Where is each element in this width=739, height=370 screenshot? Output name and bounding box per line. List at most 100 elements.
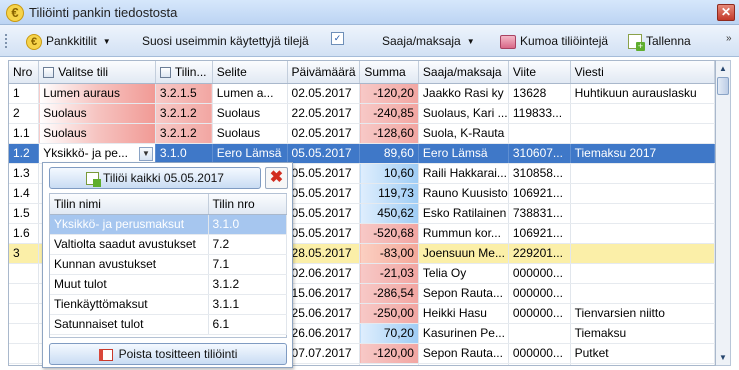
cell-reference <box>508 123 571 144</box>
euro-app-icon: € <box>6 4 24 22</box>
cell-amount: -120,00 <box>359 343 419 364</box>
remove-assignment-button[interactable]: Poista tositteen tiliöinti <box>49 343 287 365</box>
cell-date: 05.05.2017 <box>287 163 361 184</box>
account-option[interactable]: Satunnaiset tulot 6.1 <box>50 314 287 335</box>
account-option-number: 7.2 <box>208 234 287 255</box>
cell-reference <box>508 363 571 365</box>
toolbar-grip[interactable] <box>5 34 8 48</box>
cell-message: Putket <box>570 343 715 364</box>
cell-description[interactable]: Suolaus <box>212 123 288 144</box>
cell-date: 07.07.2017 <box>287 343 361 364</box>
dropdown-arrow-icon: ▼ <box>466 36 475 46</box>
account-option[interactable]: Kunnan avustukset 7.1 <box>50 254 287 275</box>
cell-payee: Suolaus, Kari ... <box>418 103 509 124</box>
col-header-amount[interactable]: Summa <box>359 61 419 84</box>
cell-message <box>570 283 715 304</box>
undo-button[interactable]: Kumoa tiliöintejä <box>500 32 608 50</box>
table-row[interactable]: 2 Suolaus 3.2.1.2 Suolaus 22.05.2017 -24… <box>9 103 715 124</box>
cell-description[interactable]: Lumen a... <box>212 83 288 104</box>
table-row[interactable]: 1.1 Suolaus 3.2.1.2 Suolaus 02.05.2017 -… <box>9 123 715 144</box>
cell-nro: 1.2 <box>9 143 40 164</box>
account-option[interactable]: Valtiolta saadut avustukset 7.2 <box>50 234 287 255</box>
favorites-label: Suosi useimmin käytettyjä tilejä <box>142 34 309 48</box>
col-header-description[interactable]: Selite <box>212 61 288 84</box>
toolbar-overflow-button[interactable]: » <box>726 33 736 51</box>
close-button[interactable]: ✕ <box>717 4 735 21</box>
cell-date: 05.05.2017 <box>287 203 361 224</box>
vertical-scrollbar[interactable]: ▲ ▼ <box>716 60 731 366</box>
cell-amount: -250,00 <box>359 303 419 324</box>
assign-all-button[interactable]: Tiliöi kaikki 05.05.2017 <box>49 167 261 189</box>
cell-reference: 119833... <box>508 103 571 124</box>
cell-payee: Rummun kor... <box>418 223 509 244</box>
cell-nro: 2 <box>9 103 40 124</box>
cell-date: 02.05.2017 <box>287 123 361 144</box>
col-header-select-account[interactable]: Valitse tili <box>38 61 156 84</box>
remove-assignment-label: Poista tositteen tiliöinti <box>118 347 238 361</box>
cell-payee: Suola, K-Rauta <box>418 123 509 144</box>
col-header-account-no[interactable]: Tilin... <box>155 61 213 84</box>
cell-message: Tiemaksu 2017 <box>570 143 715 164</box>
table-row-selected[interactable]: 1.2 Yksikkö- ja pe... ▼ 3.1.0 Eero Lämsä… <box>9 143 715 164</box>
dropdown-arrow-icon: ▼ <box>102 36 111 46</box>
scroll-up-arrow-icon[interactable]: ▲ <box>716 61 730 76</box>
cell-message: Tiemaksu <box>570 323 715 344</box>
bank-accounts-button[interactable]: € Pankkitilit ▼ <box>26 32 111 50</box>
cell-amount: 119,73 <box>359 183 419 204</box>
account-option-selected[interactable]: Yksikkö- ja perusmaksut 3.1.0 <box>50 214 287 235</box>
table-row[interactable]: 1 Lumen auraus 3.2.1.5 Lumen a... 02.05.… <box>9 83 715 104</box>
col-header-account-number[interactable]: Tilin nro <box>208 194 287 215</box>
account-option[interactable]: Muut tulot 3.1.2 <box>50 274 287 295</box>
account-list-header: Tilin nimi Tilin nro <box>50 194 287 215</box>
cell-reference: 229201... <box>508 243 571 264</box>
delete-icon[interactable]: ✖ <box>265 167 288 189</box>
save-button[interactable]: + Tallenna <box>628 32 691 52</box>
euro-icon: € <box>26 33 42 50</box>
cell-description[interactable]: Suolaus <box>212 103 288 124</box>
favorites-checkbox[interactable]: ✓ <box>331 32 344 45</box>
assign-all-label: Tiliöi kaikki 05.05.2017 <box>103 171 224 185</box>
col-header-payee[interactable]: Saaja/maksaja <box>418 61 509 84</box>
cell-account[interactable]: Lumen auraus <box>38 83 156 104</box>
save-icon: + <box>628 34 645 52</box>
cell-nro: 1.5 <box>9 203 40 224</box>
cell-amount: -128,60 <box>359 123 419 144</box>
col-header-reference[interactable]: Viite <box>508 61 571 84</box>
cell-account-no: 3.2.1.2 <box>155 123 213 144</box>
grid-icon <box>159 67 171 79</box>
scroll-down-arrow-icon[interactable]: ▼ <box>716 350 730 365</box>
cell-payee: Esko Ratilainen <box>418 203 509 224</box>
cell-nro <box>9 323 40 344</box>
cell-description[interactable]: Eero Lämsä <box>212 143 288 164</box>
cell-message <box>570 183 715 204</box>
cell-nro <box>9 283 40 304</box>
cell-reference: 000000... <box>508 343 571 364</box>
account-combobox[interactable]: Yksikkö- ja pe... ▼ <box>38 143 156 164</box>
cell-nro: 1.4 <box>9 183 40 204</box>
col-header-message[interactable]: Viesti <box>570 61 715 84</box>
cell-date: 05.05.2017 <box>287 183 361 204</box>
cell-payee: Joensuun Me... <box>418 243 509 264</box>
account-option[interactable]: Tienkäyttömaksut 3.1.1 <box>50 294 287 315</box>
cell-account[interactable]: Suolaus <box>38 123 156 144</box>
account-list: Tilin nimi Tilin nro Yksikkö- ja perusma… <box>49 193 287 338</box>
bank-accounts-label: Pankkitilit <box>46 34 97 48</box>
payee-button[interactable]: Saaja/maksaja ▼ <box>382 32 475 50</box>
cell-message <box>570 123 715 144</box>
cell-account-no: 3.2.1.5 <box>155 83 213 104</box>
cell-account[interactable]: Suolaus <box>38 103 156 124</box>
col-header-nro[interactable]: Nro <box>9 61 40 84</box>
cell-nro: 3 <box>9 243 40 264</box>
payee-label: Saaja/maksaja <box>382 34 461 48</box>
account-option-name: Kunnan avustukset <box>50 254 209 275</box>
cell-amount: -240,85 <box>359 103 419 124</box>
col-header-date[interactable]: Päivämäärä <box>287 61 361 84</box>
scroll-thumb[interactable] <box>717 77 729 95</box>
cell-date: 25.06.2017 <box>287 303 361 324</box>
chevron-down-icon[interactable]: ▼ <box>138 146 153 161</box>
col-header-account-name[interactable]: Tilin nimi <box>50 194 209 215</box>
cell-amount: -520,68 <box>359 223 419 244</box>
account-option-name: Muut tulot <box>50 274 209 295</box>
cell-payee: Sepon Rauta... <box>418 343 509 364</box>
cell-message: Huhtikuun aurauslasku <box>570 83 715 104</box>
